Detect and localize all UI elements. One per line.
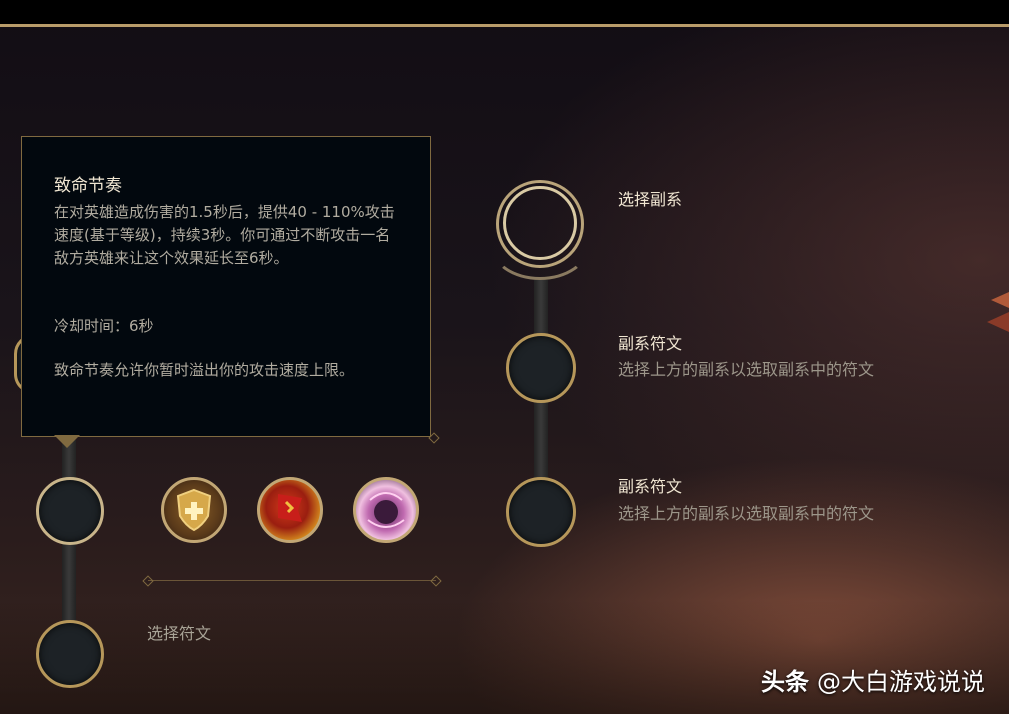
separator-diamond-left xyxy=(142,575,154,587)
shield-cross-rune-icon[interactable] xyxy=(161,477,227,543)
watermark-brand: 头条 xyxy=(761,668,809,696)
secondary-row-2-subtitle: 选择上方的副系以选取副系中的符文 xyxy=(618,504,875,523)
secondary-row-2-title: 副系符文 xyxy=(618,477,683,496)
secondary-row-1-subtitle: 选择上方的副系以选取副系中的符文 xyxy=(618,360,875,379)
secondary-path-arc-icon xyxy=(490,210,590,280)
secondary-row-1-title: 副系符文 xyxy=(618,334,683,353)
tooltip-cooldown: 冷却时间：6秒 xyxy=(54,317,154,335)
tooltip-pointer xyxy=(54,435,80,448)
select-rune-label: 选择符文 xyxy=(147,624,212,643)
watermark-handle: @大白游戏说说 xyxy=(817,668,985,696)
secondary-path-title: 选择副系 xyxy=(618,190,683,209)
tooltip-note: 致命节奏允许你暂时溢出你的攻击速度上限。 xyxy=(54,361,355,379)
watermark: 头条 @大白游戏说说 xyxy=(761,662,985,697)
rune-slot[interactable] xyxy=(36,620,104,688)
banner-icon xyxy=(278,494,302,522)
rune-tooltip: 致命节奏 在对英雄造成伤害的1.5秒后，提供40 - 110%攻击速度(基于等级… xyxy=(21,136,431,437)
decor-spike-icon xyxy=(987,312,1009,332)
tooltip-description: 在对英雄造成伤害的1.5秒后，提供40 - 110%攻击速度(基于等级)，持续3… xyxy=(54,203,395,267)
row-separator xyxy=(148,580,436,581)
decor-spike-icon xyxy=(991,292,1009,308)
pink-orb-rune-icon[interactable] xyxy=(353,477,419,543)
top-border-line xyxy=(0,24,1009,27)
top-bar xyxy=(0,0,1009,24)
secondary-rune-slot-1[interactable] xyxy=(506,333,576,403)
shield-icon xyxy=(176,488,212,532)
orb-icon xyxy=(367,492,405,528)
secondary-rune-slot-2[interactable] xyxy=(506,477,576,547)
separator-diamond-right xyxy=(430,575,442,587)
red-banner-rune-icon[interactable] xyxy=(257,477,323,543)
tooltip-title: 致命节奏 xyxy=(54,176,122,196)
keystone-slot[interactable] xyxy=(36,477,104,545)
